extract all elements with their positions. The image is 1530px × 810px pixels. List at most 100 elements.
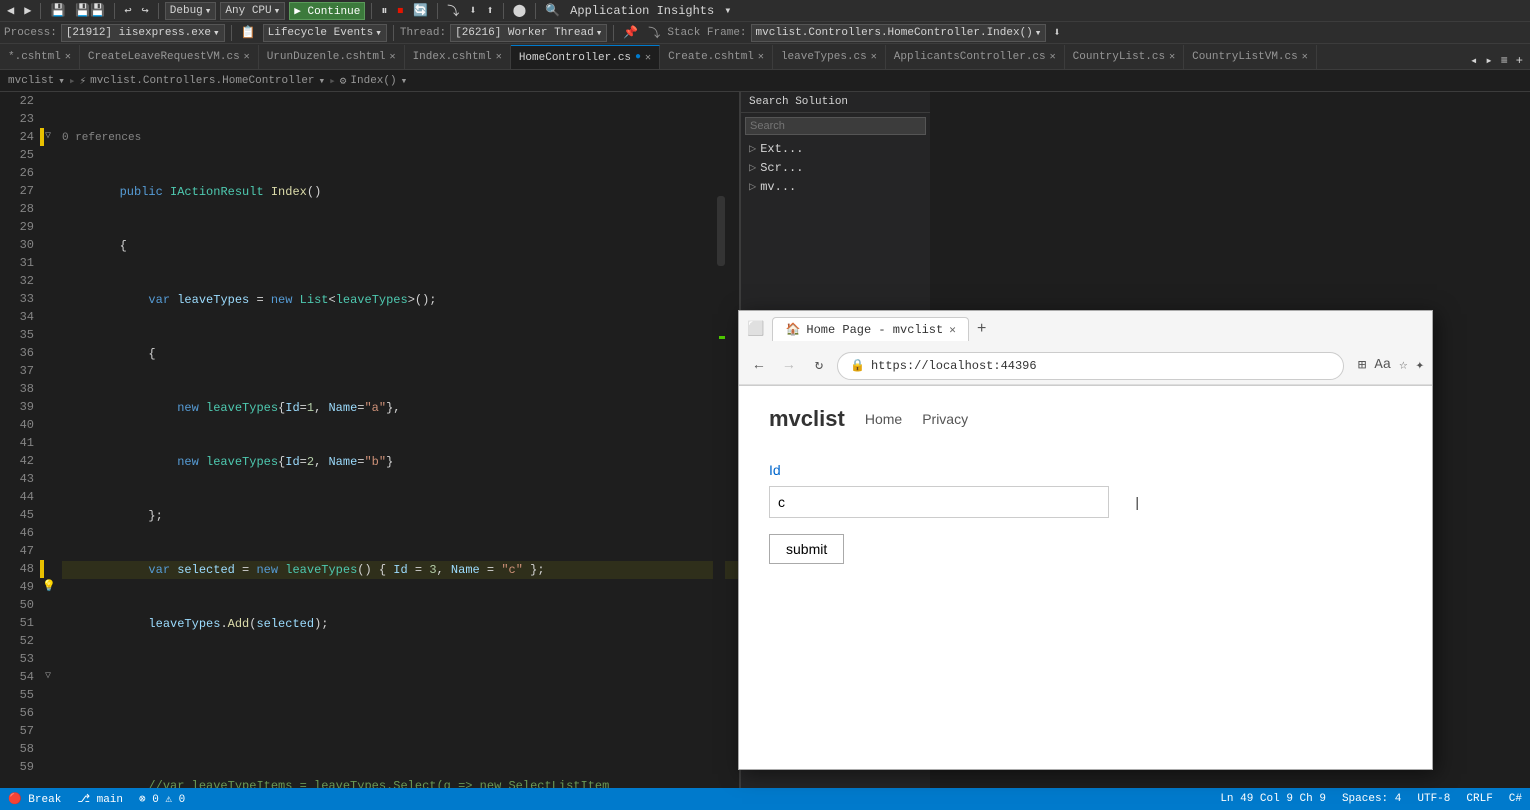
step-out-btn[interactable]: ⬆ <box>484 2 497 19</box>
line-28: }; <box>62 507 739 525</box>
tab-menu[interactable]: ≡ <box>1498 53 1511 69</box>
undo-btn[interactable]: ↩ <box>121 2 134 19</box>
app-insights-label[interactable]: Application Insights <box>567 3 717 19</box>
thread-dropdown[interactable]: [26216] Worker Thread ▾ <box>450 24 607 42</box>
browser-forward-btn[interactable]: → <box>777 358 801 374</box>
tab-countrylist[interactable]: CountryList.cs ✕ <box>1065 45 1184 69</box>
scroll-thumb[interactable] <box>717 196 725 266</box>
line-26: new leaveTypes{Id=1, Name="a"}, <box>62 399 739 417</box>
browser-tab-favicon: 🏠 <box>785 322 800 337</box>
tab-scroll-right[interactable]: ▸ <box>1482 52 1495 69</box>
debug-mode-dropdown[interactable]: Debug ▾ <box>165 2 217 20</box>
browser-favorite[interactable]: ☆ <box>1399 357 1407 374</box>
line-numbers: 22 23 24 25 26 27 28 29 30 31 32 33 34 3… <box>0 92 40 788</box>
tab-leavetypes[interactable]: leaveTypes.cs ✕ <box>773 45 886 69</box>
tab-createleave[interactable]: CreateLeaveRequestVM.cs ✕ <box>80 45 259 69</box>
line-31 <box>62 669 739 687</box>
save-btn[interactable]: 💾 <box>47 2 68 19</box>
tab-scroll-left[interactable]: ◂ <box>1467 52 1480 69</box>
sep9 <box>393 25 394 41</box>
tab-close-active[interactable]: ✕ <box>645 52 651 64</box>
fold-btn-54[interactable]: ▽ <box>45 668 51 686</box>
browser-refresh-btn[interactable]: ↻ <box>807 357 831 374</box>
breakpoints-btn[interactable]: ⬤ <box>510 2 529 19</box>
browser-immersive[interactable]: Aa <box>1374 357 1391 374</box>
tab-close[interactable]: ✕ <box>244 51 250 63</box>
browser-address-bar[interactable]: 🔒 https://localhost:44396 <box>837 352 1344 380</box>
breakpoint-icon: 📌 <box>620 24 641 41</box>
tab-close[interactable]: ✕ <box>1050 51 1056 63</box>
lifecycle-dropdown[interactable]: Lifecycle Events ▾ <box>263 24 387 42</box>
sep10 <box>613 25 614 41</box>
browser-extension[interactable]: ✦ <box>1416 357 1424 374</box>
tab-close[interactable]: ✕ <box>390 51 396 63</box>
line-27: new leaveTypes{Id=2, Name="b"} <box>62 453 739 471</box>
breadcrumb-namespace[interactable]: mvclist <box>8 75 54 87</box>
step-over-btn[interactable]: ⤵ <box>444 1 462 20</box>
tab-countrylistvm[interactable]: CountryListVM.cs ✕ <box>1184 45 1317 69</box>
webpage-submit-btn[interactable]: submit <box>769 534 844 564</box>
solution-item-ext[interactable]: ▷Ext... <box>741 139 930 158</box>
status-debug: 🔴 Break <box>8 792 61 806</box>
line-22: 0 references <box>62 128 739 147</box>
line-22-code: public IActionResult Index() <box>62 183 739 201</box>
restart-btn[interactable]: 🔄 <box>410 2 431 19</box>
browser-back-btn[interactable]: ← <box>747 358 771 374</box>
line-32 <box>62 723 739 741</box>
pause-btn[interactable]: ⏸ <box>378 3 390 19</box>
status-lang: C# <box>1509 793 1522 805</box>
code-lines[interactable]: 0 references public IActionResult Index(… <box>58 92 739 788</box>
tab-create[interactable]: Create.cshtml ✕ <box>660 45 773 69</box>
solution-item-mv[interactable]: ▷mv... <box>741 177 930 196</box>
stack-nav-btn[interactable]: ⬇ <box>1050 24 1063 41</box>
tab-close[interactable]: ✕ <box>1169 51 1175 63</box>
browser-chrome: ⬜ 🏠 Home Page - mvclist ✕ + ← → ↻ 🔒 http… <box>739 311 1432 386</box>
status-branch: ⎇ main <box>77 792 123 806</box>
step-into-btn[interactable]: ⬇ <box>466 2 479 19</box>
lifecycle-btn[interactable]: 📋 <box>238 24 259 41</box>
breadcrumb-icon: ⚡ <box>79 74 86 88</box>
tab-close[interactable]: ✕ <box>758 51 764 63</box>
code-gutter: ▽ 💡 ▽ <box>40 92 58 788</box>
fold-btn-24[interactable]: ▽ <box>45 128 51 146</box>
tab-close[interactable]: ✕ <box>65 51 71 63</box>
tab-applicants[interactable]: ApplicantsController.cs ✕ <box>886 45 1065 69</box>
browser-tab-close[interactable]: ✕ <box>949 323 956 337</box>
sep6 <box>503 3 504 19</box>
save-all-btn[interactable]: 💾💾 <box>72 2 108 19</box>
app-insights-dropdown[interactable]: ▾ <box>721 2 734 19</box>
lightbulb-49[interactable]: 💡 <box>42 578 56 596</box>
continue-btn[interactable]: ▶ Continue <box>289 2 365 20</box>
forward-btn[interactable]: ▶ <box>21 2 34 19</box>
back-btn[interactable]: ◀ <box>4 2 17 19</box>
webpage-id-input[interactable] <box>769 486 1109 518</box>
cpu-dropdown[interactable]: Any CPU ▾ <box>220 2 285 20</box>
process-dropdown[interactable]: [21912] iisexpress.exe ▾ <box>61 24 225 42</box>
tab-close[interactable]: ✕ <box>496 51 502 63</box>
tab-index-cshtml[interactable]: *.cshtml ✕ <box>0 45 80 69</box>
tab-index[interactable]: Index.cshtml ✕ <box>405 45 511 69</box>
status-bar: 🔴 Break ⎇ main ⊗ 0 ⚠ 0 Ln 49 Col 9 Ch 9 … <box>0 788 1530 810</box>
new-tab-btn[interactable]: + <box>1513 53 1526 69</box>
sep5 <box>437 3 438 19</box>
solution-search-input[interactable] <box>745 117 926 135</box>
tab-urunduzenle[interactable]: UrunDuzenle.cshtml ✕ <box>259 45 405 69</box>
thread-label: Thread: <box>400 27 446 39</box>
browser-active-tab[interactable]: 🏠 Home Page - mvclist ✕ <box>772 317 968 341</box>
tab-close[interactable]: ✕ <box>871 51 877 63</box>
tab-homecontroller[interactable]: HomeController.cs ● ✕ <box>511 45 660 69</box>
code-editor[interactable]: 22 23 24 25 26 27 28 29 30 31 32 33 34 3… <box>0 92 740 788</box>
tab-close[interactable]: ✕ <box>1302 51 1308 63</box>
redo-btn[interactable]: ↪ <box>139 2 152 19</box>
solution-item-scr[interactable]: ▷Scr... <box>741 158 930 177</box>
stack-dropdown[interactable]: mvclist.Controllers.HomeController.Index… <box>751 24 1047 42</box>
app-insights-icon[interactable]: 🔍 <box>542 2 563 19</box>
webpage-privacy-link[interactable]: Privacy <box>922 411 968 427</box>
webpage-home-link[interactable]: Home <box>865 411 902 427</box>
browser-new-tab-btn[interactable]: + <box>977 320 987 338</box>
stop-btn[interactable]: ⏹ <box>394 3 406 19</box>
breadcrumb-method[interactable]: Index() <box>350 75 396 87</box>
breadcrumb-class[interactable]: mvclist.Controllers.HomeController <box>90 75 314 87</box>
breadcrumb-method-icon: ⚙ <box>340 74 347 88</box>
browser-read-mode[interactable]: ⊞ <box>1358 357 1366 374</box>
